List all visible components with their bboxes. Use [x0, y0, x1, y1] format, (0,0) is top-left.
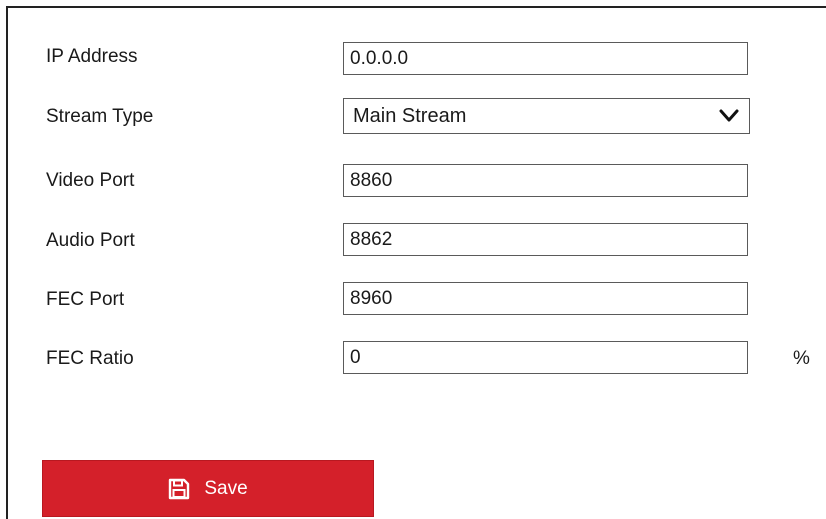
floppy-disk-icon [169, 478, 190, 499]
audio-port-input[interactable]: 8862 [343, 223, 748, 256]
video-port-label: Video Port [46, 170, 135, 191]
ip-address-label: IP Address [46, 46, 138, 67]
save-button-label: Save [204, 477, 248, 499]
panel-border-top [6, 6, 826, 8]
panel-border-left [6, 6, 8, 519]
stream-type-value: Main Stream [353, 105, 467, 127]
stream-type-select[interactable]: Main Stream [343, 98, 750, 134]
settings-panel: IP Address 0.0.0.0 Stream Type Main Stre… [0, 0, 826, 519]
video-port-input[interactable]: 8860 [343, 164, 748, 197]
fec-ratio-input[interactable]: 0 [343, 341, 748, 374]
fec-ratio-label: FEC Ratio [46, 348, 134, 369]
fec-ratio-unit: % [793, 348, 810, 369]
fec-port-label: FEC Port [46, 289, 125, 310]
stream-type-label: Stream Type [46, 106, 154, 127]
fec-port-input[interactable]: 8960 [343, 282, 748, 315]
chevron-down-icon [719, 109, 739, 122]
save-button[interactable]: Save [42, 460, 374, 517]
ip-address-input[interactable]: 0.0.0.0 [343, 42, 748, 75]
audio-port-label: Audio Port [46, 230, 135, 251]
